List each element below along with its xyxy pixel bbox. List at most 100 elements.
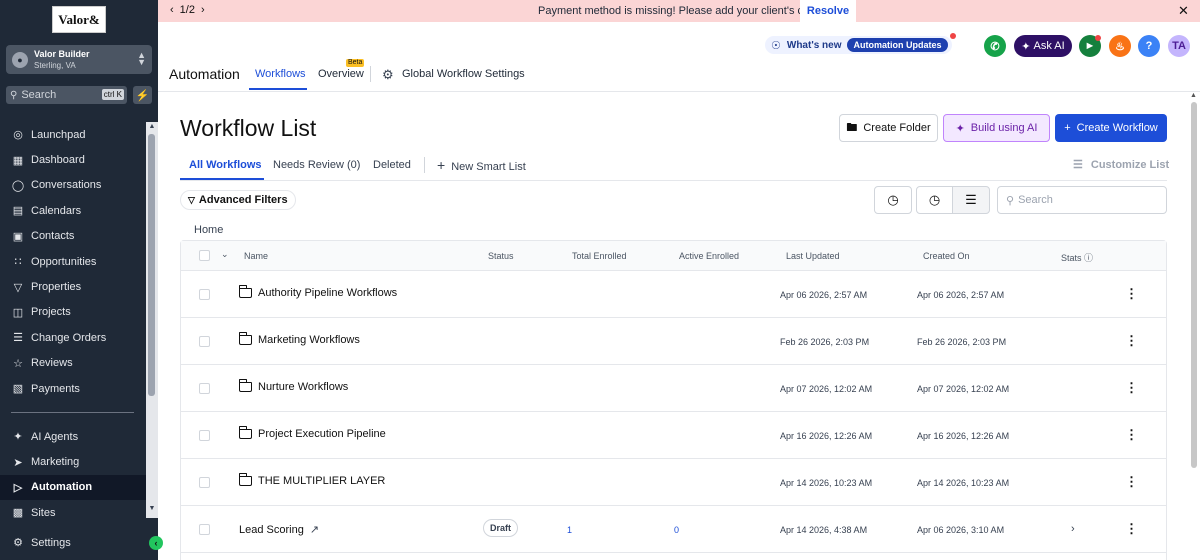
build-ai-label: Build using AI [970, 122, 1038, 134]
help-icon: ? [1145, 40, 1153, 52]
more-actions-icon[interactable]: ⋮ [1125, 333, 1138, 349]
quick-action-button[interactable]: ⚡ [133, 86, 152, 104]
breadcrumb[interactable]: Home [194, 224, 223, 236]
folder-name-cell[interactable]: Project Execution Pipeline [238, 426, 386, 440]
sidebar-item-conversations[interactable]: ◯ Conversations [0, 173, 146, 198]
folder-name-cell[interactable]: Authority Pipeline Workflows [238, 285, 397, 299]
row-checkbox[interactable] [199, 289, 210, 300]
table-row[interactable]: Authority Pipeline Workflows Apr 06 2026… [181, 271, 1166, 318]
bolt-icon: ⚡ [135, 89, 150, 102]
search-icon: ⚲ [1006, 194, 1015, 207]
table-row[interactable]: Marketing Workflows Feb 26 2026, 2:03 PM… [181, 318, 1166, 365]
account-switcher[interactable]: ● Valor Builder Sterling, VA ▲ ▼ [6, 45, 152, 74]
sidebar-item-sites[interactable]: ▩ Sites [0, 500, 146, 525]
create-folder-button[interactable]: 🖿 Create Folder [839, 114, 938, 142]
column-status[interactable]: Status [488, 251, 514, 261]
more-actions-icon[interactable]: ⋮ [1125, 427, 1138, 443]
tab-workflows[interactable]: Workflows [255, 68, 306, 80]
table-row[interactable]: Project Execution Pipeline Apr 16 2026, … [181, 412, 1166, 459]
recent-view-button[interactable]: ◷ [916, 186, 953, 214]
ask-ai-button[interactable]: ✦ Ask AI [1014, 35, 1072, 57]
scroll-up-icon[interactable]: ▲ [146, 123, 158, 130]
active-enrolled-link[interactable]: 0 [674, 525, 679, 535]
sidebar-item-opportunities[interactable]: ∷ Opportunities [0, 249, 146, 274]
external-link-icon[interactable]: ↗ [310, 523, 319, 536]
scroll-up-icon[interactable]: ▲ [1190, 92, 1197, 99]
close-icon[interactable]: ✕ [1178, 3, 1189, 19]
sidebar-search[interactable]: ⚲ Search ctrl K [6, 86, 127, 104]
workflow-name-cell[interactable]: Lead Scoring ↗ [239, 523, 319, 537]
sidebar-item-marketing[interactable]: ➤ Marketing [0, 449, 146, 474]
phone-button[interactable]: ✆ [984, 35, 1006, 57]
user-avatar[interactable]: TA [1168, 35, 1190, 57]
folder-name: Nurture Workflows [258, 381, 349, 393]
row-checkbox[interactable] [199, 477, 210, 488]
row-checkbox[interactable] [199, 383, 210, 394]
tab-deleted[interactable]: Deleted [373, 159, 411, 171]
total-enrolled-link[interactable]: 1 [567, 525, 572, 535]
folder-name-cell[interactable]: Marketing Workflows [238, 332, 360, 346]
column-created-on[interactable]: Created On [923, 251, 970, 261]
collapse-sidebar-button[interactable]: ‹ [149, 536, 163, 550]
table-row[interactable]: Nurture Workflows Apr 07 2026, 12:02 AM … [181, 365, 1166, 412]
sidebar-item-dashboard[interactable]: ▦ Dashboard [0, 147, 146, 172]
whats-new-button[interactable]: ☉ What's new Automation Updates [765, 33, 956, 54]
tab-needs-review[interactable]: Needs Review (0) [273, 159, 360, 171]
more-actions-icon[interactable]: ⋮ [1125, 380, 1138, 396]
create-workflow-button[interactable]: + Create Workflow [1055, 114, 1167, 142]
workflow-name[interactable]: Lead Scoring [239, 524, 304, 536]
sidebar-scrollbar-thumb[interactable] [148, 134, 155, 396]
sidebar-item-reviews[interactable]: ☆ Reviews [0, 351, 146, 376]
row-checkbox[interactable] [199, 524, 210, 535]
row-checkbox[interactable] [199, 430, 210, 441]
sidebar-item-launchpad[interactable]: ◎ Launchpad [0, 122, 146, 147]
sidebar-item-contacts[interactable]: ▣ Contacts [0, 224, 146, 249]
table-row[interactable]: THE MULTIPLIER LAYER Apr 14 2026, 10:23 … [181, 459, 1166, 506]
chevron-down-icon[interactable]: ⌄ [221, 249, 229, 260]
row-checkbox[interactable] [199, 336, 210, 347]
workflow-search-input[interactable]: ⚲ Search [997, 186, 1167, 214]
sidebar-item-projects[interactable]: ◫ Projects [0, 300, 146, 325]
tab-global-workflow-settings[interactable]: Global Workflow Settings [402, 68, 525, 80]
sidebar-item-automation[interactable]: ▷ Automation [0, 474, 146, 501]
sidebar-item-payments[interactable]: ▧ Payments [0, 376, 146, 401]
list-view-button[interactable]: ☰ [952, 186, 990, 214]
customize-list-button[interactable]: ☰ Customize List [1073, 158, 1169, 172]
announcements-button[interactable]: ► [1079, 35, 1101, 57]
more-actions-icon[interactable]: ⋮ [1125, 474, 1138, 490]
help-button[interactable]: ? [1138, 35, 1160, 57]
column-active-enrolled[interactable]: Active Enrolled [679, 251, 739, 261]
select-all-checkbox[interactable] [199, 250, 210, 261]
column-last-updated[interactable]: Last Updated [786, 251, 840, 261]
main-scrollbar[interactable]: ▲ [1188, 92, 1200, 560]
new-smart-list-button[interactable]: + New Smart List [437, 157, 526, 173]
scroll-down-icon[interactable]: ▼ [146, 505, 158, 512]
tab-all-workflows[interactable]: All Workflows [189, 159, 262, 171]
advanced-filters-button[interactable]: ▽ Advanced Filters [180, 190, 296, 210]
notifications-button[interactable]: ♨ [1109, 35, 1131, 57]
sidebar-item-calendars[interactable]: ▤ Calendars [0, 198, 146, 223]
column-name[interactable]: Name [244, 251, 268, 261]
chevron-left-icon[interactable]: ‹ [170, 4, 174, 16]
page-title: Workflow List [180, 115, 317, 141]
folder-name-cell[interactable]: THE MULTIPLIER LAYER [238, 473, 385, 487]
sidebar-item-change-orders[interactable]: ☰ Change Orders [0, 325, 146, 350]
more-actions-icon[interactable]: ⋮ [1125, 521, 1138, 537]
build-using-ai-button[interactable]: ✦ Build using AI [943, 114, 1050, 142]
sidebar-item-properties[interactable]: ▽ Properties [0, 274, 146, 299]
automation-updates-badge[interactable]: Automation Updates [847, 38, 948, 52]
resolve-button[interactable]: Resolve [800, 0, 856, 22]
sidebar-item-settings[interactable]: ⚙ Settings [0, 530, 146, 555]
column-stats[interactable]: Stats ⓘ [1061, 251, 1093, 264]
history-button[interactable]: ◷ [874, 186, 912, 214]
column-total-enrolled[interactable]: Total Enrolled [572, 251, 627, 261]
folder-name-cell[interactable]: Nurture Workflows [238, 379, 349, 393]
tab-overview[interactable]: Overview [318, 68, 364, 80]
sidebar-item-ai-agents[interactable]: ✦ AI Agents [0, 424, 146, 449]
main-scrollbar-thumb[interactable] [1191, 102, 1197, 468]
company-logo[interactable]: Valor& [52, 6, 106, 33]
more-actions-icon[interactable]: ⋮ [1125, 286, 1138, 302]
chevron-right-icon[interactable]: › [201, 4, 205, 16]
chevron-right-icon[interactable]: › [1071, 523, 1075, 535]
table-row[interactable]: Lead Scoring ↗ Draft 1 0 Apr 14 2026, 4:3… [181, 506, 1166, 553]
